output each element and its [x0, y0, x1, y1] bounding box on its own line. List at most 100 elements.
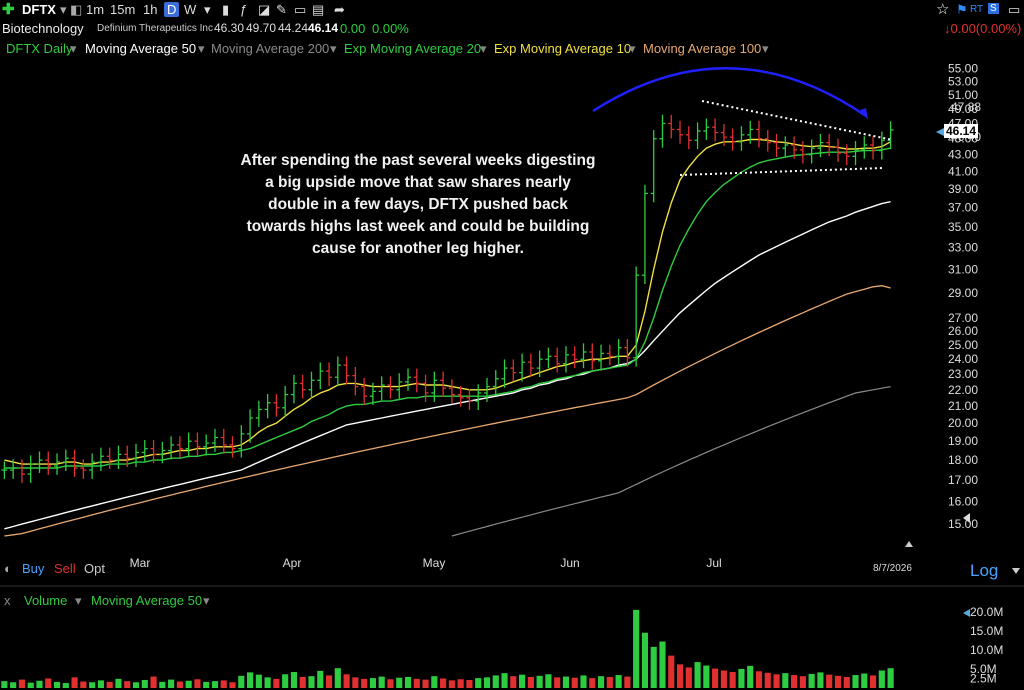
- add-symbol-icon[interactable]: ✚: [2, 0, 15, 18]
- symbol-label[interactable]: DFTX: [22, 2, 56, 17]
- y-tick-label: 24.00: [948, 352, 978, 366]
- window-icon[interactable]: ▭: [1008, 2, 1020, 18]
- volume-bar: [361, 678, 368, 688]
- volume-bar: [422, 679, 429, 688]
- volume-bar: [475, 678, 482, 688]
- volume-bar: [738, 668, 745, 688]
- drawing-icon[interactable]: ✎: [276, 2, 287, 18]
- volume-bar: [176, 681, 183, 688]
- favorite-star-icon[interactable]: ☆: [936, 0, 949, 18]
- volume-bar: [615, 675, 622, 688]
- trade-nav: ◐ Buy Sell Opt: [0, 561, 200, 579]
- legend-ema10[interactable]: Exp Moving Average 10: [494, 41, 631, 56]
- legend-dropdown-icon[interactable]: ▾: [762, 41, 769, 57]
- legend-dropdown-icon[interactable]: ▾: [330, 41, 337, 57]
- volume-bar: [650, 646, 657, 688]
- volume-bar: [247, 672, 254, 688]
- volume-bar: [255, 674, 262, 688]
- volume-bar: [668, 655, 675, 688]
- scroll-left-icon[interactable]: ◐: [4, 561, 12, 576]
- collapse-icon: [905, 541, 913, 547]
- volume-bar: [369, 678, 376, 688]
- volume-bar: [132, 682, 140, 688]
- interval-1h[interactable]: 1h: [143, 2, 157, 17]
- volume-bar: [580, 675, 587, 688]
- volume-bar: [71, 677, 78, 688]
- alert-icon[interactable]: ▭: [294, 2, 306, 18]
- volume-bar: [387, 679, 394, 688]
- close-pane-icon[interactable]: x: [4, 593, 11, 608]
- volume-bar: [299, 676, 306, 688]
- interval-d[interactable]: D: [164, 2, 180, 17]
- log-scale-toggle[interactable]: Log: [970, 561, 998, 581]
- legend-dropdown-icon[interactable]: ▾: [629, 41, 636, 57]
- y-tick-label: 17.00: [948, 473, 978, 487]
- legend-ema20[interactable]: Exp Moving Average 20: [344, 41, 481, 56]
- legend-volume[interactable]: Volume: [24, 593, 67, 608]
- arc-annotation: [592, 67, 867, 118]
- compare-icon[interactable]: ◪: [258, 2, 270, 18]
- volume-bar: [106, 681, 113, 688]
- tool-icon[interactable]: ◧: [70, 2, 82, 18]
- volume-bar: [492, 675, 499, 688]
- volume-bar: [325, 675, 333, 688]
- volume-bar: [89, 682, 96, 688]
- volume-bar: [536, 675, 543, 688]
- x-month-label: May: [423, 556, 446, 570]
- interval-1m[interactable]: 1m: [86, 2, 104, 17]
- low-price: 44.24: [278, 21, 309, 35]
- sell-link[interactable]: Sell: [54, 561, 76, 576]
- volume-bar: [852, 675, 859, 688]
- legend-dropdown-icon[interactable]: ▾: [70, 41, 77, 57]
- volume-bar: [10, 682, 17, 688]
- volume-bar: [18, 679, 26, 688]
- volume-legend: x Volume ▾ Moving Average 50 ▾: [0, 592, 900, 610]
- interval-dropdown-icon[interactable]: ▾: [204, 2, 211, 18]
- upper-trendline: [701, 100, 894, 141]
- expand-icon: [1012, 568, 1020, 574]
- open-price: 46.30: [214, 21, 245, 35]
- last-price-label: 46.14: [944, 124, 979, 138]
- volume-bar: [431, 676, 438, 688]
- flag-icon[interactable]: ⚑: [956, 2, 968, 18]
- legend-ma200[interactable]: Moving Average 200: [211, 41, 329, 56]
- volume-bar: [703, 665, 710, 688]
- lower-trendline: [679, 167, 884, 176]
- y-tick-label: 16.00: [948, 494, 978, 508]
- opt-link[interactable]: Opt: [84, 561, 105, 576]
- legend-daily[interactable]: DFTX Daily: [6, 41, 72, 56]
- volume-bar: [220, 680, 227, 688]
- chart-type-icon[interactable]: ▮: [222, 2, 229, 18]
- share-icon[interactable]: ➦: [334, 2, 345, 18]
- volume-bar: [404, 676, 412, 688]
- volume-bar: [861, 673, 868, 688]
- volume-bar: [685, 667, 692, 688]
- x-month-label: Apr: [283, 556, 302, 570]
- volume-bar: [791, 675, 798, 688]
- s-badge[interactable]: S: [988, 3, 999, 14]
- legend-dropdown-icon[interactable]: ▾: [203, 593, 210, 609]
- legend-ma50[interactable]: Moving Average 50: [85, 41, 196, 56]
- buy-link[interactable]: Buy: [22, 561, 44, 576]
- interval-w[interactable]: W: [184, 2, 196, 17]
- y-tick-label: 18.00: [948, 453, 978, 467]
- legend-ma100[interactable]: Moving Average 100: [643, 41, 761, 56]
- legend-volume-ma50[interactable]: Moving Average 50: [91, 593, 202, 608]
- volume-bar: [519, 674, 526, 688]
- volume-bar: [720, 670, 727, 688]
- volume-tick-label: 2.5M: [970, 671, 997, 685]
- layout-icon[interactable]: ▤: [312, 2, 324, 18]
- legend-dropdown-icon[interactable]: ▾: [198, 41, 205, 57]
- toolbar-dropdown-icon[interactable]: ▾: [60, 2, 67, 18]
- legend-dropdown-icon[interactable]: ▾: [480, 41, 487, 57]
- legend-dropdown-icon[interactable]: ▾: [75, 593, 82, 609]
- volume-bar: [571, 677, 578, 688]
- volume-bar: [624, 676, 631, 688]
- price-pointer: [936, 128, 944, 136]
- volume-bar: [194, 679, 201, 688]
- interval-15m[interactable]: 15m: [110, 2, 135, 17]
- y-tick-label: 26.00: [948, 324, 978, 338]
- indicators-icon[interactable]: ƒ: [240, 2, 247, 17]
- volume-bar: [878, 670, 885, 688]
- quote-info-bar: Biotechnology Definium Therapeutics Inc …: [0, 20, 1024, 38]
